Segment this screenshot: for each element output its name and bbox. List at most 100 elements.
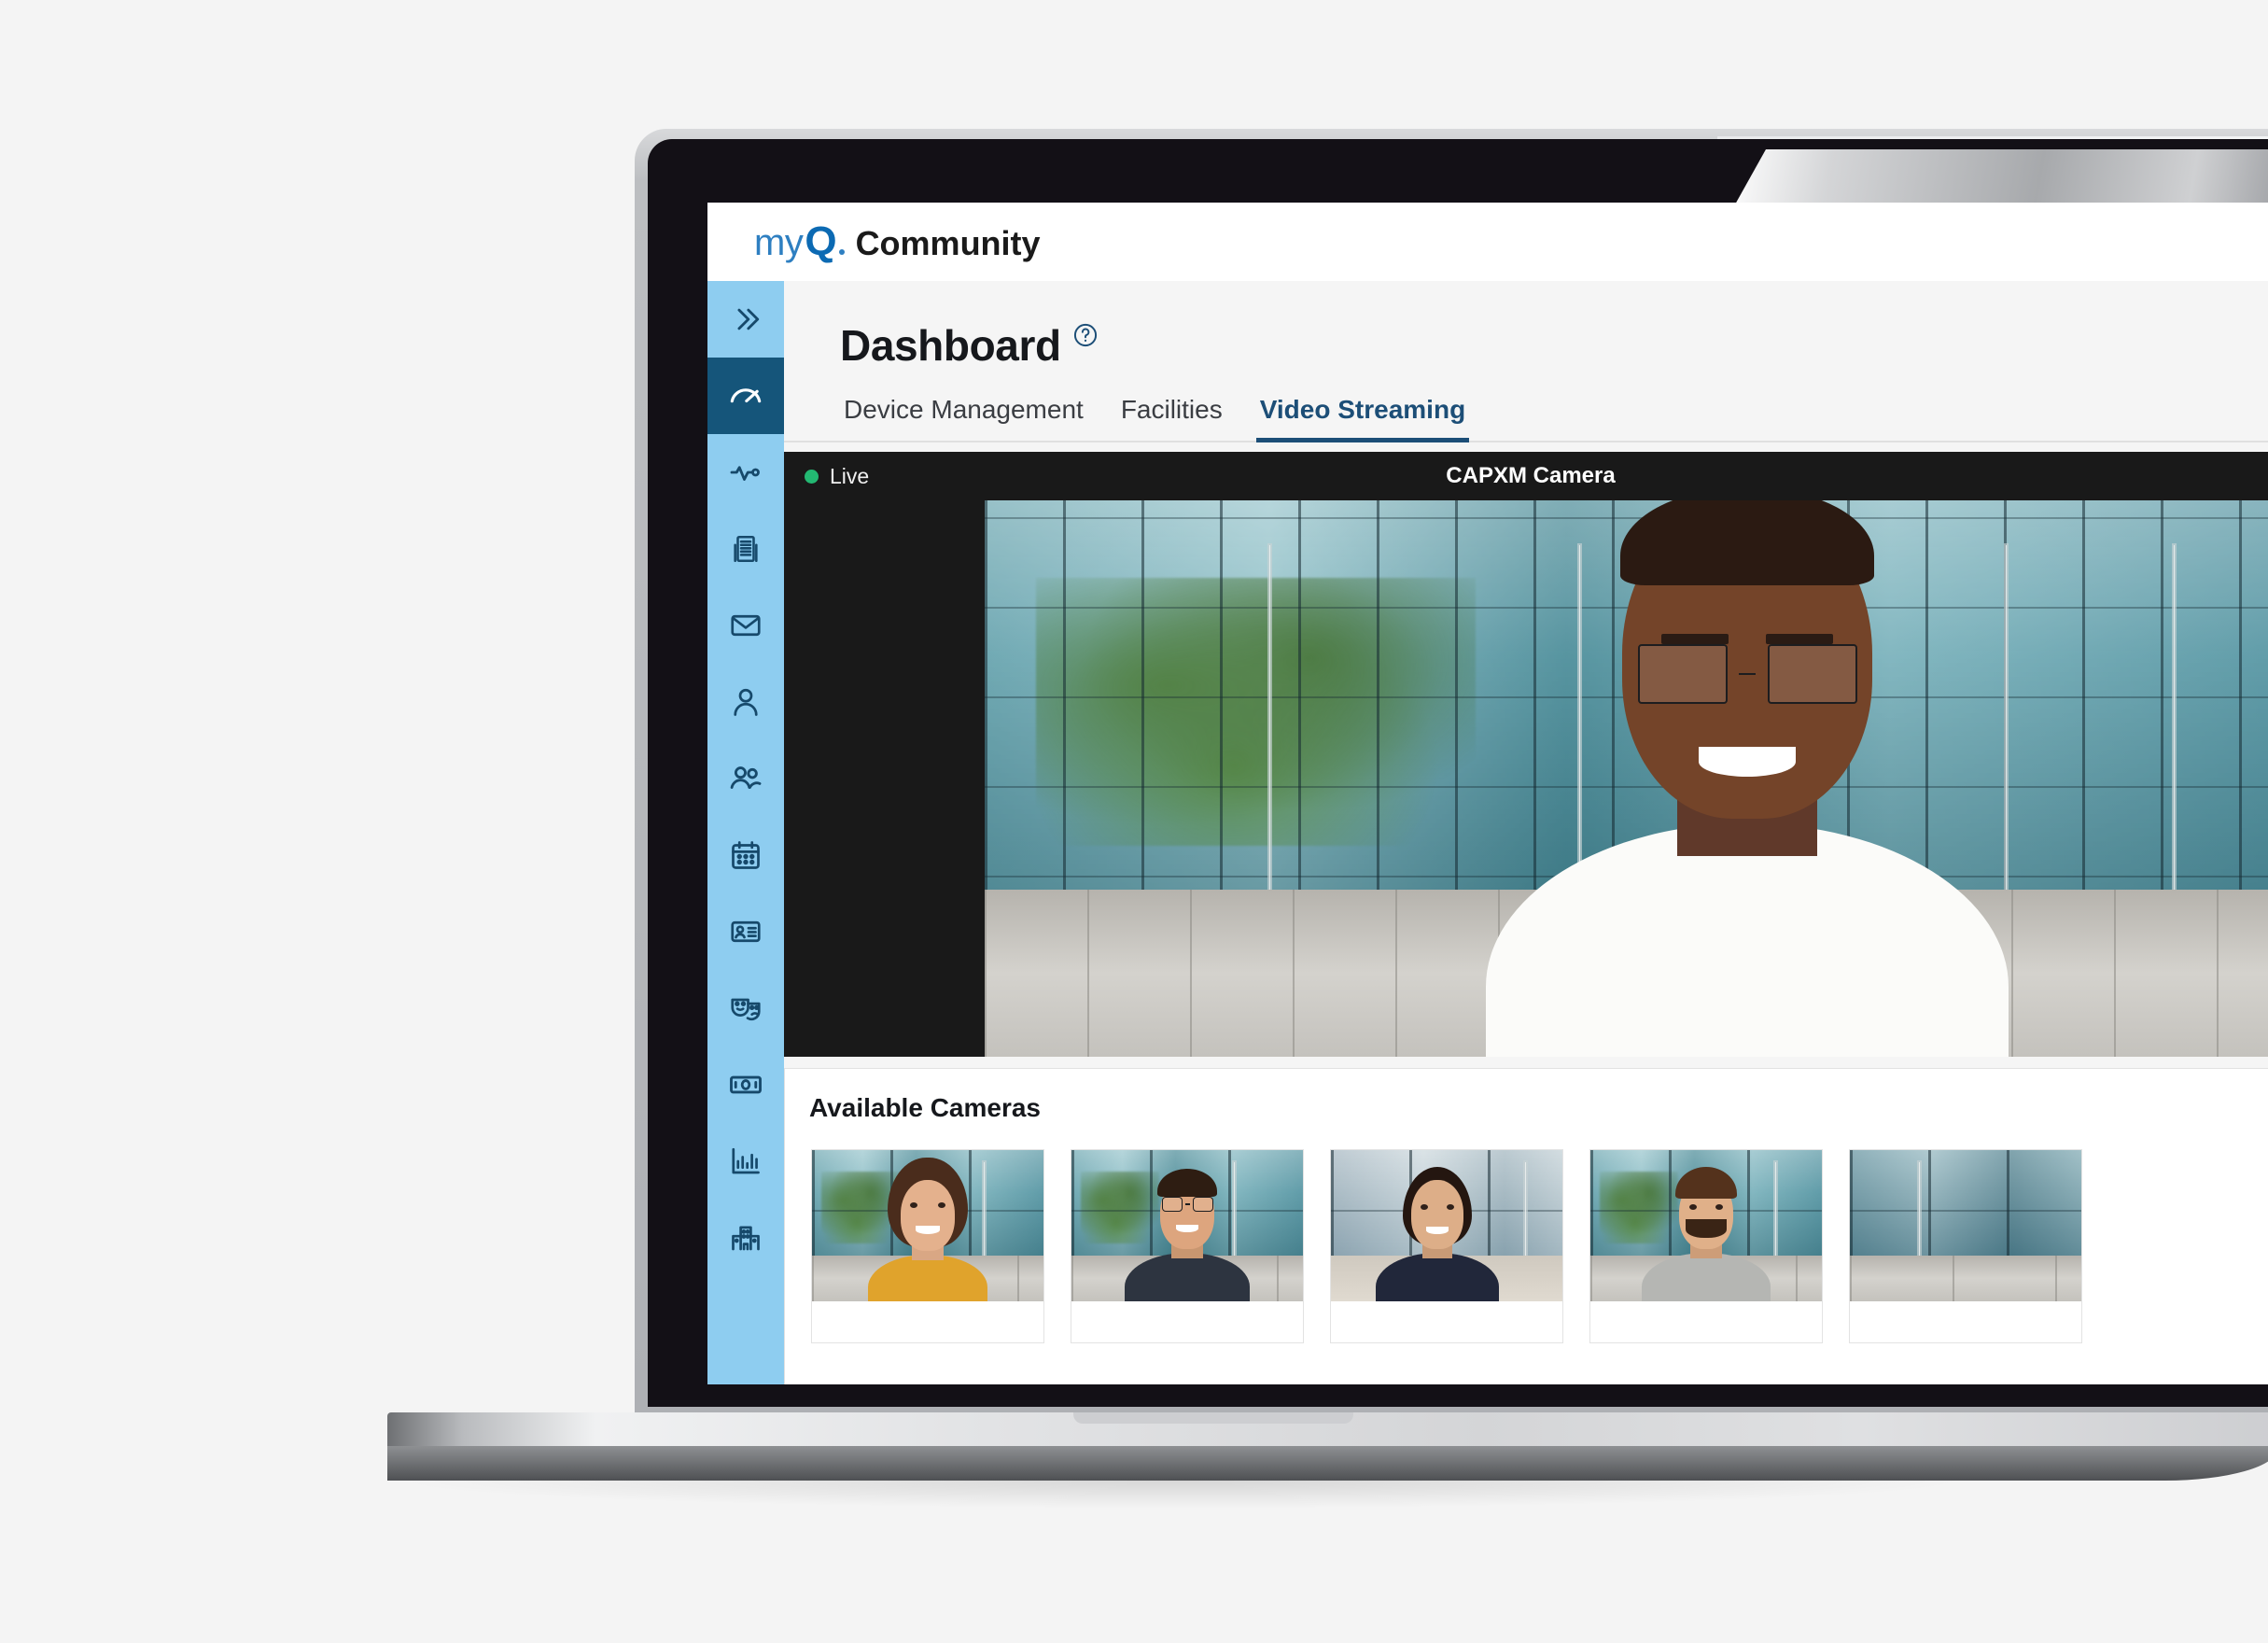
available-cameras-panel: Available Cameras (784, 1068, 2268, 1384)
envelope-icon (729, 609, 763, 642)
video-player[interactable]: Live CAPXM Camera (784, 452, 2268, 1057)
question-circle-icon[interactable] (1072, 322, 1099, 353)
sidebar-item-documents[interactable] (707, 511, 784, 587)
subject-smile (1426, 1227, 1449, 1234)
glasses-lens-left (1161, 1197, 1183, 1212)
sidebar-item-reports[interactable] (707, 1123, 784, 1200)
available-cameras-title: Available Cameras (809, 1093, 1041, 1122)
scene-glass-building-thumb (1590, 1150, 1822, 1301)
subject-head (1411, 1180, 1464, 1249)
subject-eye-right (1447, 1204, 1455, 1210)
camera-thumbnail[interactable] (1071, 1149, 1304, 1343)
chevrons-right-icon (730, 303, 762, 335)
subject-hair (1620, 500, 1875, 585)
sidebar-item-groups[interactable] (707, 740, 784, 817)
sidebar-item-payments[interactable] (707, 1046, 784, 1123)
camera-thumbnail[interactable] (1330, 1149, 1563, 1343)
banknote-icon (728, 1067, 763, 1102)
glasses-lens-left (1637, 644, 1728, 704)
door-frame (1525, 1161, 1527, 1257)
building-document-icon (730, 533, 762, 565)
tab-video-streaming[interactable]: Video Streaming (1255, 395, 1470, 442)
theater-masks-icon (728, 990, 763, 1026)
live-status-badge: Live (784, 464, 869, 489)
door-frame-far-right (2174, 544, 2176, 891)
sidebar-item-amenities[interactable] (707, 970, 784, 1046)
app-body: Dashboard Device Management Facilities V… (707, 281, 2268, 1384)
subject-head (901, 1180, 955, 1251)
page-header: Dashboard (784, 281, 2268, 371)
main-content: Dashboard Device Management Facilities V… (784, 281, 2268, 1384)
glasses-lens-right (1192, 1197, 1213, 1212)
paved-ground (1850, 1256, 2081, 1301)
subject-brow-right (1766, 634, 1834, 644)
camera-thumbnail-image (1331, 1150, 1562, 1301)
sidebar-item-activity[interactable] (707, 434, 784, 511)
users-icon (728, 761, 763, 796)
camera-name-label: CAPXM Camera (1446, 463, 1616, 488)
subject-eye-left (1689, 1204, 1697, 1210)
subject-hair (1157, 1169, 1217, 1197)
id-card-icon (729, 915, 763, 948)
camera-thumbnail-image (1071, 1150, 1303, 1301)
camera-thumbnail-image (1850, 1150, 2081, 1301)
scene-glass-building-thumb (1850, 1150, 2081, 1301)
door-frame-left (1268, 544, 1270, 891)
sidebar-item-credentials[interactable] (707, 893, 784, 970)
subject-beard (1686, 1219, 1727, 1238)
tab-device-management[interactable]: Device Management (840, 395, 1087, 442)
glasses-bridge (1184, 1203, 1190, 1205)
subject-smile (1176, 1225, 1198, 1232)
sidebar-item-residents[interactable] (707, 664, 784, 740)
camera-thumbnail-caption (1590, 1301, 1822, 1342)
app-header: my Q Community (707, 203, 2268, 281)
page-title: Dashboard (840, 321, 1061, 370)
live-indicator-icon (805, 469, 819, 484)
camera-thumbnail-caption (812, 1301, 1043, 1342)
buildings-icon (729, 1221, 763, 1255)
subject-hair (1675, 1167, 1737, 1199)
camera-thumbnail-image (812, 1150, 1043, 1301)
subject-shoulders (1376, 1253, 1500, 1301)
gauge-icon (727, 377, 764, 414)
bar-chart-icon (729, 1144, 763, 1178)
tab-facilities[interactable]: Facilities (1117, 395, 1226, 442)
sidebar-nav (707, 281, 784, 1384)
sidebar-item-messages[interactable] (707, 587, 784, 664)
sidebar-item-expand-sidebar[interactable] (707, 281, 784, 358)
camera-thumbnail[interactable] (1589, 1149, 1823, 1343)
laptop-base-notch (1073, 1412, 1353, 1424)
scene-glass-building-thumb (1071, 1150, 1303, 1301)
door-frame (1919, 1161, 1921, 1257)
sidebar-item-dashboard[interactable] (707, 358, 784, 434)
logo-q-text: Q (805, 218, 837, 264)
subject-shoulders (1486, 823, 2009, 1057)
camera-subject-person (1486, 500, 2009, 1057)
camera-thumbnail[interactable] (1849, 1149, 2082, 1343)
scene-glass-building-thumb (812, 1150, 1043, 1301)
sidebar-item-calendar[interactable] (707, 817, 784, 893)
camera-thumbnail-row (785, 1123, 2268, 1343)
pulse-icon (729, 456, 763, 489)
player-status-bar: Live CAPXM Camera (784, 452, 2268, 500)
subject-smile (1699, 747, 1797, 777)
sidebar-item-properties[interactable] (707, 1200, 784, 1276)
myq-community-logo[interactable]: my Q Community (754, 218, 1041, 265)
scene-glass-building-thumb (1331, 1150, 1562, 1301)
camera-thumbnail[interactable] (811, 1149, 1044, 1343)
laptop-base-bottom (387, 1446, 2268, 1481)
subject-brow-left (1661, 634, 1729, 644)
subject-eye-left (1421, 1204, 1429, 1210)
logo-community-text: Community (855, 224, 1041, 262)
subject-smile (916, 1226, 940, 1234)
thumb-subject-person (1125, 1150, 1250, 1301)
camera-thumbnail-caption (1331, 1301, 1562, 1342)
laptop-mockup: my Q Community Dashboard Device Manageme… (387, 129, 2268, 1509)
video-stream-image[interactable] (985, 500, 2268, 1057)
camera-thumbnail-caption (1850, 1301, 2081, 1342)
subject-shoulders (1642, 1253, 1771, 1301)
camera-thumbnail-image (1590, 1150, 1822, 1301)
scene-glass-building-main (985, 500, 2268, 1057)
laptop-shadow (387, 1481, 1974, 1509)
subject-shoulders (868, 1255, 987, 1301)
